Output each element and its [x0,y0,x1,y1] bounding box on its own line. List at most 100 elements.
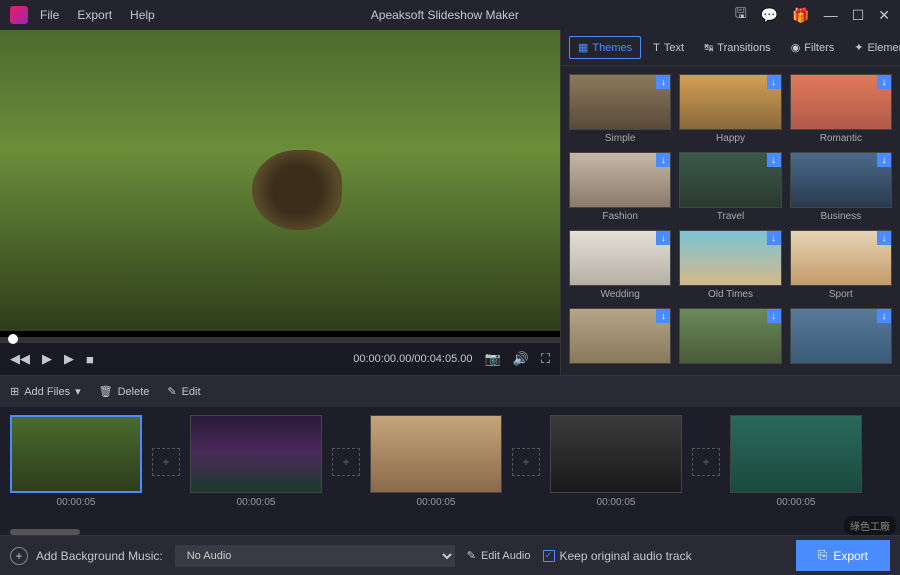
clip[interactable] [370,415,502,493]
theme-item[interactable]: ↓ Sport [790,230,892,300]
edit-button[interactable]: ✎Edit [167,385,200,398]
theme-item[interactable]: ↓Romantic [790,74,892,144]
theme-item[interactable]: ↓ Happy [679,74,781,144]
audio-edit-icon: ✎ [467,549,476,562]
theme-item[interactable]: ↓ Wedding [569,230,671,300]
tab-filters[interactable]: ◉Filters [783,36,843,59]
transition-slot[interactable]: + [332,448,360,476]
download-icon[interactable]: ↓ [656,231,670,245]
theme-item[interactable]: ↓ Simple [569,74,671,144]
menu-help[interactable]: Help [130,8,155,22]
theme-item[interactable]: ↓Business [790,152,892,222]
stop-icon[interactable]: ■ [86,352,94,367]
gift-icon[interactable]: 🎁 [792,7,809,24]
transition-slot[interactable]: + [512,448,540,476]
save-icon[interactable]: 🖫 [735,3,747,27]
transition-slot[interactable]: + [692,448,720,476]
download-icon[interactable]: ↓ [877,75,891,89]
seek-knob[interactable] [8,334,18,344]
clip-wrap: 00:00:05 [550,415,682,508]
play-icon[interactable]: ▶ [42,351,52,367]
main-menu: File Export Help [40,8,155,22]
clip[interactable] [190,415,322,493]
theme-thumb: ↓ [679,230,781,286]
tab-elements[interactable]: ✦Elements [846,36,900,59]
clip[interactable] [730,415,862,493]
theme-thumb: ↓ [569,74,671,130]
clip-duration: 00:00:05 [550,497,682,508]
theme-item[interactable]: ↓ [679,308,781,367]
theme-thumb: ↓ [679,74,781,130]
menu-export[interactable]: Export [77,8,112,22]
theme-thumb: ↓ [569,230,671,286]
minimize-icon[interactable]: — [824,7,838,23]
clip[interactable] [550,415,682,493]
clip-duration: 00:00:05 [730,497,862,508]
tab-text[interactable]: TText [645,36,692,59]
edit-audio-button[interactable]: ✎Edit Audio [467,549,531,562]
theme-item[interactable]: ↓ [790,308,892,367]
window-controls: 🖫 💬 🎁 — ☐ ✕ [735,3,890,27]
theme-item[interactable]: ↓Fashion [569,152,671,222]
clip-wrap: 00:00:05 [190,415,322,508]
theme-label: Happy [679,133,781,144]
titlebar: File Export Help Apeaksoft Slideshow Mak… [0,0,900,30]
clip-wrap: 00:00:05 [730,415,862,508]
download-icon[interactable]: ↓ [767,309,781,323]
app-title: Apeaksoft Slideshow Maker [155,8,735,22]
seek-bar[interactable] [0,337,560,343]
app-logo [10,6,28,24]
snapshot-icon[interactable]: 📷 [485,351,501,367]
volume-icon[interactable]: 🔊 [513,351,529,367]
add-files-button[interactable]: ⊞Add Files ▾ [10,385,81,398]
bgm-label: Add Background Music: [36,549,163,563]
theme-item[interactable]: ↓Travel [679,152,781,222]
download-icon[interactable]: ↓ [877,231,891,245]
download-icon[interactable]: ↓ [767,153,781,167]
fullscreen-icon[interactable]: ⛶ [541,351,550,367]
tab-themes[interactable]: ▦Themes [569,36,641,59]
keep-audio-checkbox[interactable]: ✓ Keep original audio track [543,549,692,563]
audio-select[interactable]: No Audio [175,545,455,567]
rewind-icon[interactable]: ◀◀ [10,351,30,367]
download-icon[interactable]: ↓ [767,75,781,89]
step-icon[interactable]: ▶ [64,351,74,367]
menu-file[interactable]: File [40,8,59,22]
download-icon[interactable]: ↓ [656,75,670,89]
theme-thumb: ↓ [569,152,671,208]
watermark: 綠色工廠 [844,516,896,535]
preview-image[interactable] [0,30,560,331]
elements-icon: ✦ [854,41,863,54]
tab-transitions[interactable]: ↹Transitions [696,36,779,59]
maximize-icon[interactable]: ☐ [852,7,865,24]
right-panel: ▦Themes TText ↹Transitions ◉Filters ✦Ele… [560,30,900,375]
timeline-row: 00:00:05+00:00:05+00:00:05+00:00:05+00:0… [10,415,890,508]
chevron-down-icon: ▾ [75,385,81,398]
delete-button[interactable]: 🗑Delete [99,385,150,398]
theme-thumb: ↓ [790,74,892,130]
transition-slot[interactable]: + [152,448,180,476]
add-icon: ⊞ [10,385,19,398]
theme-label: Simple [569,133,671,144]
theme-item[interactable]: ↓ [569,308,671,367]
add-music-button[interactable]: + [10,547,28,565]
clip[interactable] [10,415,142,493]
timeline[interactable]: 00:00:05+00:00:05+00:00:05+00:00:05+00:0… [0,407,900,525]
download-icon[interactable]: ↓ [656,309,670,323]
preview-column: ◀◀ ▶ ▶ ■ 00:00:00.00/00:04:05.00 📷 🔊 ⛶ [0,30,560,375]
download-icon[interactable]: ↓ [877,153,891,167]
export-button[interactable]: ⎘Export [796,540,890,571]
edit-icon: ✎ [167,385,176,398]
themes-grid[interactable]: ↓ Simple ↓ Happy ↓Romantic ↓Fashion↓Travel↓Bu… [561,66,900,375]
player-controls: ◀◀ ▶ ▶ ■ 00:00:00.00/00:04:05.00 📷 🔊 ⛶ [0,343,560,375]
download-icon[interactable]: ↓ [656,153,670,167]
clip-duration: 00:00:05 [370,497,502,508]
theme-item[interactable]: ↓Old Times [679,230,781,300]
download-icon[interactable]: ↓ [877,309,891,323]
download-icon[interactable]: ↓ [767,231,781,245]
close-icon[interactable]: ✕ [878,7,890,24]
theme-thumb: ↓ [790,152,892,208]
theme-label: Sport [790,289,892,300]
theme-label: Wedding [569,289,671,300]
message-icon[interactable]: 💬 [761,7,778,24]
